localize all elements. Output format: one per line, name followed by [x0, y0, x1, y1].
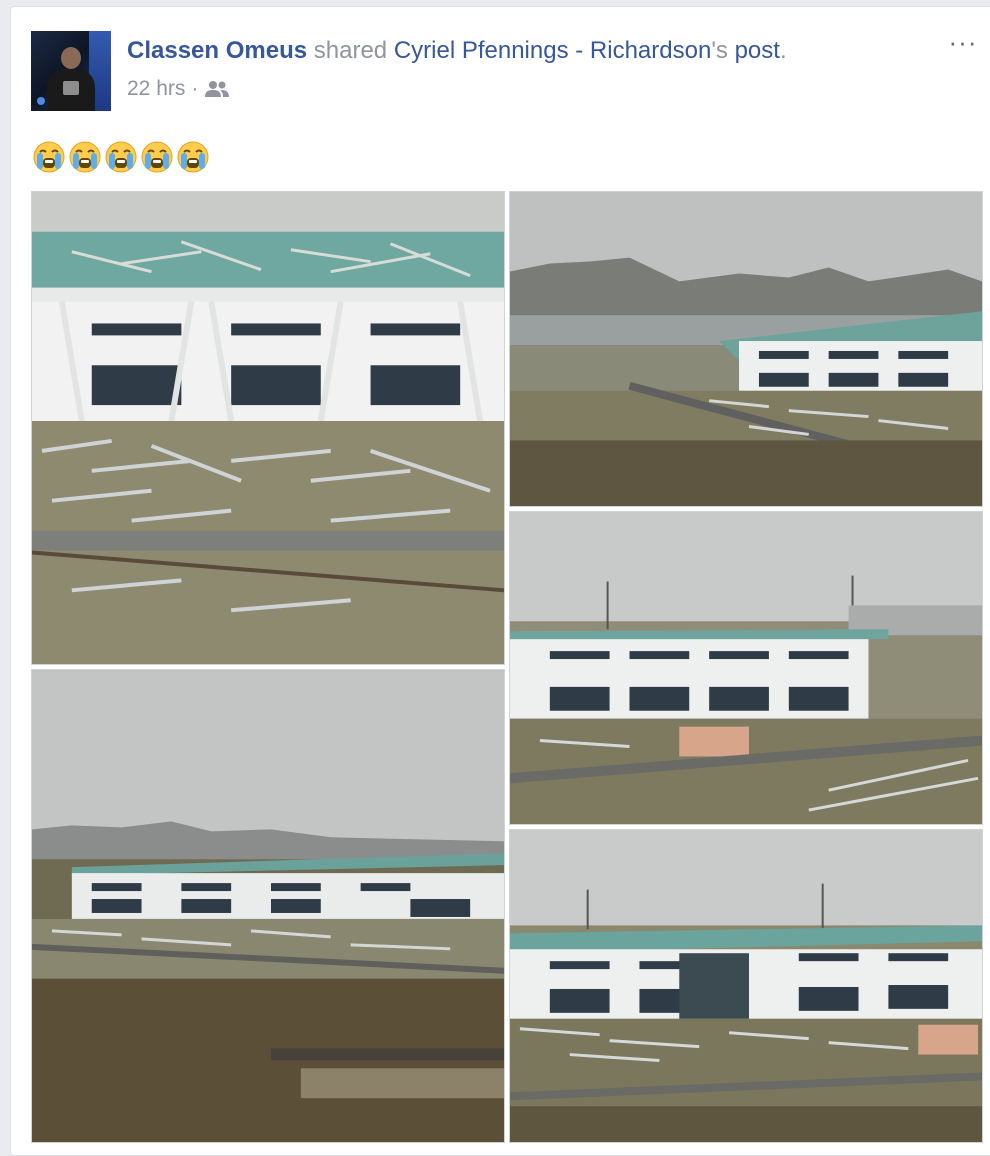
more-options-icon[interactable]: ···	[947, 29, 979, 55]
meta-separator: ·	[191, 77, 199, 100]
post-card: Classen Omeus shared Cyriel Pfennings - …	[10, 6, 990, 1156]
loudly-crying-face-icon	[141, 141, 173, 173]
shared-verb: shared	[313, 37, 388, 64]
loudly-crying-face-icon	[33, 141, 65, 173]
original-author-link[interactable]: Cyriel Pfennings - Richardson	[394, 37, 711, 64]
loudly-crying-face-icon	[69, 141, 101, 173]
photo-5[interactable]	[509, 829, 983, 1143]
photo-3[interactable]	[509, 511, 983, 825]
avatar-head	[61, 47, 81, 69]
photo-1[interactable]	[31, 191, 505, 665]
photo-2[interactable]	[509, 191, 983, 507]
friends-icon[interactable]	[204, 79, 230, 99]
header-period: .	[779, 37, 787, 64]
avatar-shirt-print	[63, 81, 79, 95]
author-avatar[interactable]	[31, 31, 111, 111]
post-timestamp-link[interactable]: 22 hrs	[127, 77, 185, 101]
author-name-link[interactable]: Classen Omeus	[127, 37, 307, 64]
post-header: Classen Omeus shared Cyriel Pfennings - …	[127, 37, 787, 65]
post-meta: 22 hrs ·	[127, 77, 230, 101]
loudly-crying-face-icon	[105, 141, 137, 173]
original-post-link[interactable]: post	[735, 37, 780, 64]
loudly-crying-face-icon	[177, 141, 209, 173]
post-text-emojis	[33, 141, 209, 177]
possessive-suffix: 's	[711, 37, 728, 64]
avatar-light-dot	[37, 97, 45, 105]
photo-4[interactable]	[31, 669, 505, 1143]
